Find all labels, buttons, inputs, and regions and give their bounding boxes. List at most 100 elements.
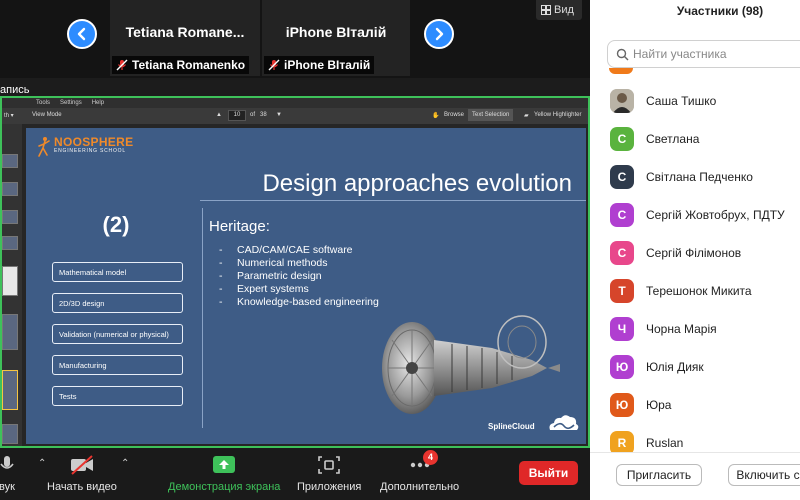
process-box: Tests [52,386,183,406]
heritage-item: Expert systems [219,283,379,296]
leave-button[interactable]: Выйти [519,461,578,485]
view-mode-label: View Mode [32,112,62,118]
previous-page-button[interactable] [67,19,97,49]
chevron-left-icon [77,27,86,41]
thumbnail [2,424,18,444]
participant-name: Юлія Дияк [646,360,704,374]
avatar: С [610,241,634,265]
apps-button[interactable]: Приложения [297,454,361,493]
thumbnail [2,154,18,168]
text-selection-label: Text Selection [468,109,514,121]
title-underline [200,200,586,201]
search-input[interactable] [633,47,793,61]
page-number-field: 10 [228,110,246,121]
participants-title: Участники (98) [676,4,764,18]
thumbnail [2,182,18,196]
participant-row[interactable]: С Светлана [590,120,800,158]
audio-options-icon[interactable]: ⌃ [38,458,46,469]
tile-name: iPhone ВІталій [285,24,387,40]
meeting-area: Tetiana Romane... Tetiana Romanenko iPho… [0,0,590,500]
heritage-list: CAD/CAM/CAE software Numerical methods P… [219,244,379,309]
menu-tools: Tools [36,100,51,106]
share-screen-label: Демонстрация экрана [168,481,281,493]
tile-label-text: Tetiana Romanenko [132,58,246,72]
menu-settings: Settings [60,100,82,106]
participant-name: Саша Тишко [646,94,717,108]
participants-panel: Участники (98) Саша Тишко С Светлана С С… [590,0,800,500]
highlighter-icon: ▰ [524,113,529,119]
mic-muted-icon [116,59,128,71]
participant-row[interactable]: С Світлана Педченко [590,158,800,196]
thumbnail [2,236,18,250]
apps-label: Приложения [297,481,362,493]
participants-actions: Пригласить Включить с [590,452,800,500]
prev-page-arrow-icon: ▲ [216,112,222,118]
heritage-title: Heritage: [209,218,270,235]
participant-row[interactable]: Саша Тишко [590,82,800,120]
avatar: С [610,165,634,189]
participant-row[interactable]: Т Терешонок Микита [590,272,800,310]
participant-name: Юра [646,398,672,412]
video-options-icon[interactable]: ⌃ [121,458,129,469]
participant-row[interactable]: Ю Юра [590,386,800,424]
avatar: Ч [610,317,634,341]
search-icon [616,48,629,60]
share-screen-icon [213,456,236,473]
participant-row[interactable]: Ю Юлія Дияк [590,348,800,386]
participant-name: Чорна Марія [646,322,717,336]
tile-name: Tetiana Romane... [125,24,245,40]
more-label: Дополнительно [380,481,460,493]
video-strip: Tetiana Romane... Tetiana Romanenko iPho… [0,0,590,78]
participant-name: Терешонок Микита [646,284,752,298]
process-box: 2D/3D design [52,293,183,313]
heritage-item: Parametric design [219,270,379,283]
participant-name: Сергій Жовтобрух, ПДТУ [646,208,785,222]
viewer-menu-bar: Tools Settings Help [2,98,588,108]
logo-name: NOOSPHERE [54,135,134,149]
invite-button[interactable]: Пригласить [616,464,702,486]
video-tile-iphone[interactable]: iPhone ВІталій iPhone ВІталій [262,0,410,76]
avatar [610,89,634,113]
splinecloud-logo-icon [549,415,579,430]
process-box: Manufacturing [52,355,183,375]
page-of-label: of [250,112,256,118]
enable-button[interactable]: Включить с [728,464,800,486]
participant-name: Светлана [646,132,700,146]
next-page-button[interactable] [424,19,454,49]
meeting-controls: вук ⌃ Начать видео ⌃ Демонстрация экрана… [0,448,590,500]
participant-row[interactable]: С Сергій Філімонов [590,234,800,272]
heritage-item: Knowledge-based engineering [219,296,379,309]
shared-screen: Tools Settings Help th ▾ View Mode ▲ 10 … [0,96,590,448]
avatar: Т [610,279,634,303]
user-photo-icon [610,89,634,113]
browse-label: Browse [444,112,465,118]
next-page-arrow-icon: ▼ [276,112,282,118]
column-divider [202,208,203,428]
microphone-icon [0,456,14,469]
participant-search[interactable] [607,40,800,68]
participant-name: Сергій Філімонов [646,246,742,260]
video-off-icon [70,455,93,475]
process-box: Validation (numerical or physical) [52,324,183,344]
more-button[interactable]: Дополнительно [380,454,459,493]
participant-row[interactable]: Ч Чорна Марія [590,310,800,348]
avatar: Ю [610,355,634,379]
grid-icon [541,5,551,15]
recording-label: апись [0,84,30,96]
avatar: С [610,127,634,151]
view-button[interactable]: Вид [536,0,582,20]
participant-row[interactable]: С Сергій Жовтобрух, ПДТУ [590,196,800,234]
apps-icon [318,456,340,474]
start-video-button[interactable]: Начать видео [47,454,117,493]
start-video-label: Начать видео [47,481,117,493]
audio-button[interactable]: вук [0,454,20,493]
participant-name: Світлана Педченко [646,170,753,184]
thumbnail [2,314,18,350]
video-tile-tetiana[interactable]: Tetiana Romane... Tetiana Romanenko [110,0,260,76]
highlighter-label: Yellow Highlighter [534,112,582,118]
thumbnail-selected [2,370,18,410]
step-number: (2) [102,212,130,237]
page-total-label: 38 [260,112,267,118]
share-screen-button[interactable]: Демонстрация экрана [168,454,280,493]
mic-muted-icon [268,59,280,71]
